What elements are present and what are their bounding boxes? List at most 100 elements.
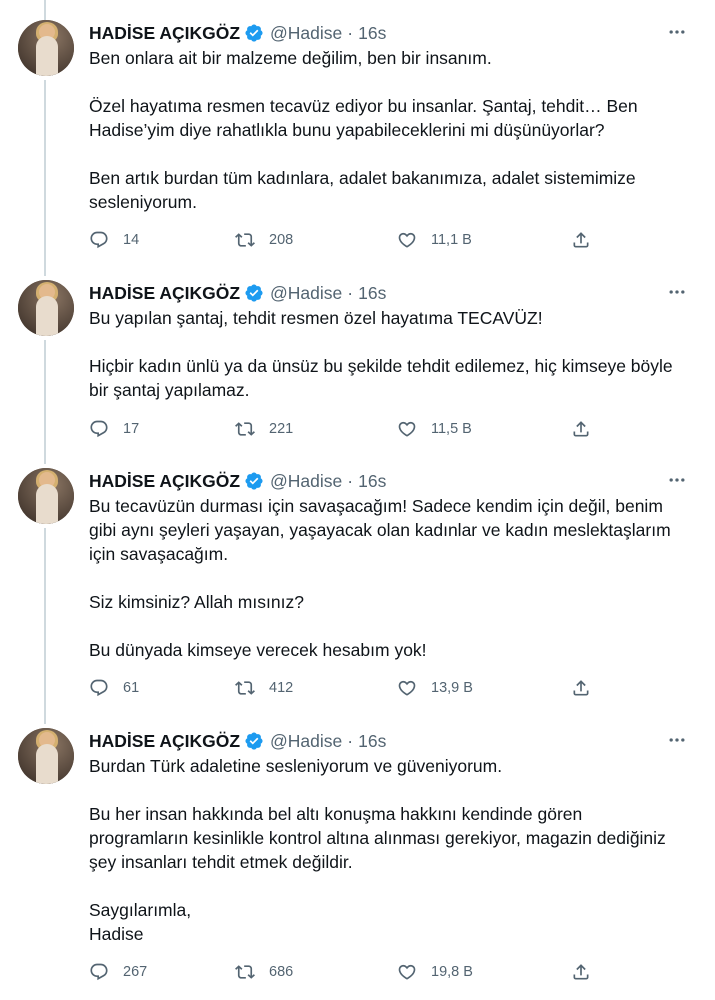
separator-dot: ·	[347, 22, 354, 43]
avatar[interactable]	[18, 20, 74, 76]
verified-badge-icon	[245, 284, 263, 302]
tweet-text-line	[89, 874, 695, 898]
reply-button[interactable]: 61	[89, 676, 139, 700]
retweet-button[interactable]: 412	[235, 676, 293, 700]
tweet-text-line: için savaşacağım.	[89, 544, 229, 564]
tweet-text-line: Bu her insan hakkında bel altı konuşma h…	[89, 804, 583, 824]
separator-dot: ·	[347, 282, 354, 303]
tweet-actions: 61 412 13,9 B	[89, 676, 609, 700]
tweet-time[interactable]: 16s	[358, 471, 386, 492]
tweet-text-line	[89, 614, 695, 638]
tweet-text-line: sesleniyorum.	[89, 192, 197, 212]
share-button[interactable]	[571, 417, 591, 441]
author-name[interactable]: HADİSE AÇIKGÖZ	[89, 471, 240, 492]
reply-count: 14	[123, 232, 140, 248]
tweet[interactable]: HADİSE AÇIKGÖZ @Hadise · 16s Bu yapılan …	[0, 280, 715, 450]
tweet-time[interactable]: 16s	[358, 731, 386, 752]
tweet-text-line: Bu yapılan şantaj, tehdit resmen özel ha…	[89, 308, 543, 328]
retweet-icon	[235, 422, 255, 436]
tweet-text-line: Siz kimsiniz? Allah mısınız?	[89, 592, 304, 612]
tweet-text: Bu yapılan şantaj, tehdit resmen özel ha…	[89, 306, 695, 402]
author-handle[interactable]: @Hadise	[270, 283, 342, 304]
like-count: 19,8 B	[431, 964, 473, 980]
tweet-text-line: Ben onlara ait bir malzeme değilim, ben …	[89, 48, 492, 68]
tweet-text-line: Bu tecavüzün durması için savaşacağım! S…	[89, 496, 663, 516]
tweet-header: HADİSE AÇIKGÖZ @Hadise · 16s	[89, 470, 386, 492]
avatar[interactable]	[18, 280, 74, 336]
author-handle[interactable]: @Hadise	[270, 731, 342, 752]
tweet-text-line	[89, 778, 695, 802]
like-count: 11,5 B	[431, 421, 472, 437]
share-button[interactable]	[571, 960, 591, 984]
heart-icon	[398, 680, 416, 696]
reply-button[interactable]: 17	[89, 417, 139, 441]
share-icon	[573, 680, 589, 696]
retweet-button[interactable]: 686	[235, 960, 293, 984]
heart-icon	[398, 964, 416, 980]
avatar[interactable]	[18, 468, 74, 524]
author-handle[interactable]: @Hadise	[270, 471, 342, 492]
like-button[interactable]: 11,1 B	[397, 228, 472, 252]
tweet-time[interactable]: 16s	[358, 283, 386, 304]
tweet-header: HADİSE AÇIKGÖZ @Hadise · 16s	[89, 730, 386, 752]
tweet-text-line	[89, 330, 695, 354]
tweet-text-line: Hadise’yim diye rahatlıkla bunu yapabile…	[89, 120, 605, 140]
tweet-text-line: Burdan Türk adaletine sesleniyorum ve gü…	[89, 756, 503, 776]
tweet-text: Ben onlara ait bir malzeme değilim, ben …	[89, 46, 695, 214]
more-options-icon[interactable]	[665, 20, 689, 44]
share-button[interactable]	[571, 228, 591, 252]
tweet-header: HADİSE AÇIKGÖZ @Hadise · 16s	[89, 22, 386, 44]
thread-line	[44, 0, 46, 20]
like-button[interactable]: 11,5 B	[397, 417, 472, 441]
tweet[interactable]: HADİSE AÇIKGÖZ @Hadise · 16s Burdan Türk…	[0, 728, 715, 996]
separator-dot: ·	[347, 730, 354, 751]
retweet-count: 686	[269, 964, 294, 980]
heart-icon	[398, 232, 416, 248]
reply-icon	[90, 420, 108, 438]
tweet-text-line: şey insanları tehdit etmek değildir.	[89, 852, 353, 872]
like-button[interactable]: 19,8 B	[397, 960, 473, 984]
reply-icon	[90, 679, 108, 697]
tweet-text-line: Bu dünyada kimseye verecek hesabım yok!	[89, 640, 427, 660]
tweet-actions: 14 208 11,1 B	[89, 228, 609, 252]
tweet-text-line: Hiçbir kadın ünlü ya da ünsüz bu şekilde…	[89, 356, 673, 376]
share-icon	[573, 421, 589, 437]
like-button[interactable]: 13,9 B	[397, 676, 473, 700]
tweet[interactable]: HADİSE AÇIKGÖZ @Hadise · 16s Ben onlara …	[0, 20, 715, 260]
tweet-text-line: programların kesinlikle kontrol altına a…	[89, 828, 666, 848]
tweet-text-line	[89, 142, 695, 166]
tweet-text-line: Hadise	[89, 924, 144, 944]
author-name[interactable]: HADİSE AÇIKGÖZ	[89, 283, 240, 304]
like-count: 11,1 B	[431, 232, 472, 248]
reply-button[interactable]: 267	[89, 960, 147, 984]
tweet-time[interactable]: 16s	[358, 23, 386, 44]
verified-badge-icon	[245, 732, 263, 750]
author-name[interactable]: HADİSE AÇIKGÖZ	[89, 23, 240, 44]
reply-button[interactable]: 14	[89, 228, 139, 252]
tweet-text-line	[89, 566, 695, 590]
verified-badge-icon	[245, 472, 263, 490]
retweet-count: 412	[269, 680, 294, 696]
heart-icon	[398, 421, 416, 437]
more-options-icon[interactable]	[665, 468, 689, 492]
more-options-icon[interactable]	[665, 728, 689, 752]
retweet-button[interactable]: 221	[235, 417, 293, 441]
share-icon	[573, 964, 589, 980]
avatar[interactable]	[18, 728, 74, 784]
tweet-text: Burdan Türk adaletine sesleniyorum ve gü…	[89, 754, 695, 946]
share-button[interactable]	[571, 676, 591, 700]
author-name[interactable]: HADİSE AÇIKGÖZ	[89, 731, 240, 752]
more-options-icon[interactable]	[665, 280, 689, 304]
author-handle[interactable]: @Hadise	[270, 23, 342, 44]
tweet-actions: 267 686 19,8 B	[89, 960, 609, 984]
like-count: 13,9 B	[431, 680, 473, 696]
retweet-icon	[235, 233, 255, 247]
retweet-button[interactable]: 208	[235, 228, 293, 252]
retweet-icon	[235, 965, 255, 979]
retweet-count: 208	[269, 232, 294, 248]
tweet-actions: 17 221 11,5 B	[89, 417, 609, 441]
tweet-text: Bu tecavüzün durması için savaşacağım! S…	[89, 494, 695, 662]
share-icon	[573, 232, 589, 248]
separator-dot: ·	[347, 470, 354, 491]
tweet[interactable]: HADİSE AÇIKGÖZ @Hadise · 16s Bu tecavüzü…	[0, 468, 715, 700]
